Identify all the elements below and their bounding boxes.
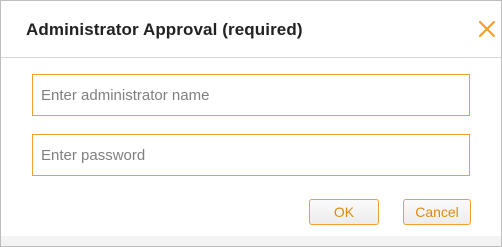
admin-approval-dialog: Administrator Approval (required) OK Can… [0, 0, 502, 247]
close-icon[interactable] [478, 20, 496, 38]
dialog-header: Administrator Approval (required) [1, 1, 501, 58]
password-field[interactable] [32, 134, 470, 176]
dialog-footer-strip [1, 236, 501, 246]
administrator-name-field[interactable] [32, 74, 470, 116]
dialog-title: Administrator Approval (required) [26, 20, 303, 39]
cancel-button[interactable]: Cancel [403, 199, 471, 225]
ok-button[interactable]: OK [309, 199, 379, 225]
dialog-body: OK Cancel [1, 58, 501, 246]
